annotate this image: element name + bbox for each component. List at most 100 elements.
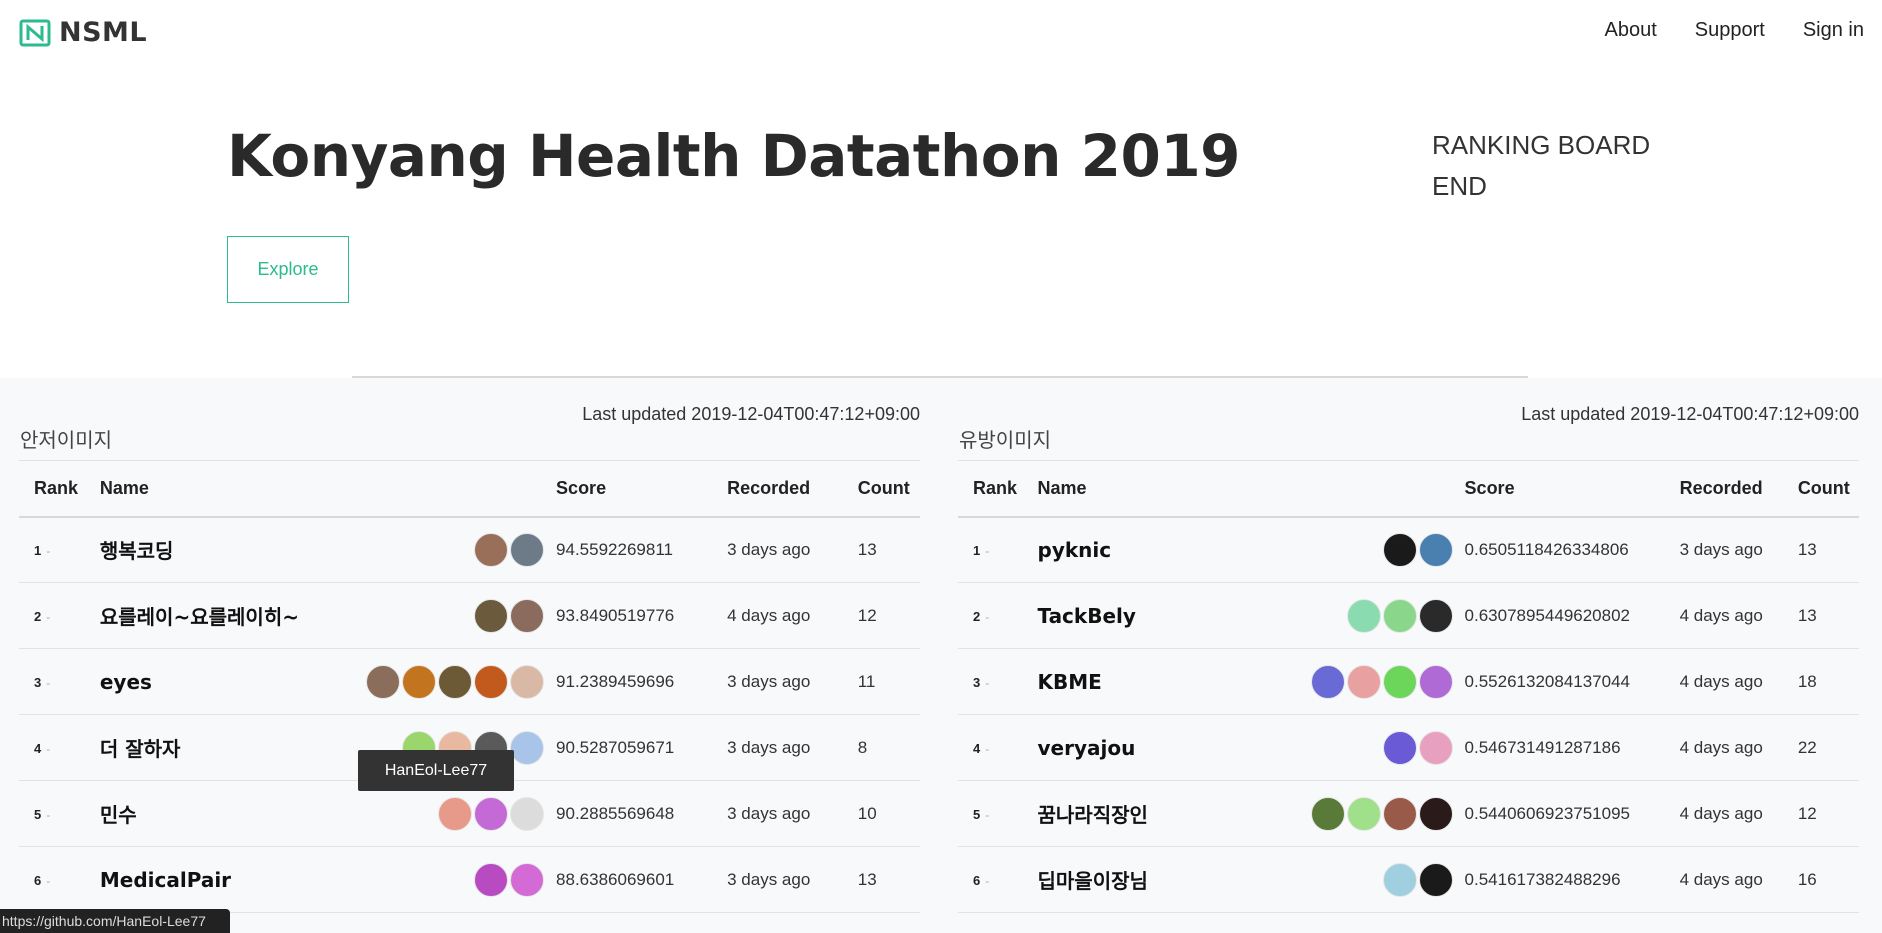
- rank-number: 6: [973, 872, 981, 888]
- member-avatar[interactable]: [510, 598, 545, 633]
- team-name[interactable]: 꿈나라직장인: [1038, 799, 1148, 828]
- score-cell: 0.5440606923751095: [1464, 780, 1680, 847]
- member-avatar[interactable]: [438, 796, 473, 831]
- member-avatar[interactable]: [474, 532, 509, 567]
- team-cell: eyes: [99, 648, 557, 715]
- member-avatar[interactable]: [1382, 862, 1417, 897]
- member-avatar[interactable]: [474, 664, 509, 699]
- team-name[interactable]: MedicalPair: [100, 868, 231, 892]
- member-avatar[interactable]: [1382, 796, 1417, 831]
- rank-change-indicator: -: [985, 543, 990, 558]
- last-updated: Last updated 2019-12-04T00:47:12+09:00: [1521, 404, 1859, 424]
- member-avatar[interactable]: [366, 664, 401, 699]
- member-avatar[interactable]: [510, 862, 545, 897]
- member-avatar[interactable]: [510, 730, 545, 765]
- member-avatar[interactable]: [510, 796, 545, 831]
- count-cell: 8: [857, 714, 920, 781]
- table-row[interactable]: 5- 꿈나라직장인 0.5440606923751095 4 days ago 12: [958, 780, 1859, 847]
- member-avatar[interactable]: [1310, 796, 1345, 831]
- member-avatar[interactable]: [1418, 730, 1453, 765]
- rank-number: 2: [973, 608, 981, 624]
- count-cell: 12: [1797, 780, 1859, 847]
- table-header-row: Rank Name Score Recorded Count: [19, 460, 920, 518]
- rank-change-indicator: -: [46, 741, 51, 756]
- recorded-column-header[interactable]: Recorded: [1679, 460, 1798, 518]
- member-avatar[interactable]: [474, 598, 509, 633]
- nav-support-link[interactable]: Support: [1695, 19, 1765, 42]
- count-cell: 11: [857, 648, 920, 715]
- nav-about-link[interactable]: About: [1605, 19, 1657, 42]
- member-avatar[interactable]: [1310, 664, 1345, 699]
- table-row[interactable]: 6- 딥마을이장님 0.541617382488296 4 days ago 16: [958, 846, 1859, 913]
- table-row[interactable]: 2- TackBely 0.6307895449620802 4 days ago 13: [958, 582, 1859, 649]
- recorded-cell: 4 days ago: [1679, 714, 1798, 781]
- rank-column-header[interactable]: Rank: [19, 460, 100, 518]
- score-cell: 0.5526132084137044: [1464, 648, 1680, 715]
- recorded-cell: 4 days ago: [1679, 582, 1798, 649]
- count-cell: 12: [857, 582, 920, 649]
- rank-cell: 3-: [958, 648, 1038, 715]
- team-cell: MedicalPair: [99, 846, 557, 913]
- leaderboard-title: 안저이미지: [20, 428, 112, 452]
- team-name[interactable]: 더 잘하자: [100, 733, 181, 762]
- count-column-header[interactable]: Count: [857, 460, 920, 518]
- team-name[interactable]: KBME: [1038, 670, 1102, 694]
- team-cell: KBME: [1037, 648, 1465, 715]
- team-name[interactable]: 행복코딩: [100, 535, 174, 564]
- member-avatar[interactable]: [474, 862, 509, 897]
- team-name[interactable]: veryajou: [1038, 736, 1136, 760]
- score-cell: 93.8490519776: [556, 582, 728, 649]
- team-members: [474, 862, 556, 897]
- nav-signin-link[interactable]: Sign in: [1803, 19, 1864, 42]
- team-name[interactable]: eyes: [100, 670, 152, 694]
- member-avatar[interactable]: [474, 796, 509, 831]
- team-name[interactable]: pyknic: [1038, 538, 1112, 562]
- member-avatar[interactable]: [1418, 532, 1453, 567]
- member-avatar[interactable]: [1382, 598, 1417, 633]
- count-column-header[interactable]: Count: [1797, 460, 1859, 518]
- last-updated: Last updated 2019-12-04T00:47:12+09:00: [582, 404, 920, 424]
- name-column-header[interactable]: Name: [1037, 460, 1465, 518]
- table-row[interactable]: 1- 행복코딩 94.5592269811 3 days ago 13: [19, 516, 920, 583]
- team-members: [1382, 862, 1465, 897]
- rank-change-indicator: -: [46, 609, 51, 624]
- table-row[interactable]: 6- MedicalPair 88.6386069601 3 days ago 13: [19, 846, 920, 913]
- member-avatar[interactable]: [1346, 796, 1381, 831]
- table-row[interactable]: 2- 요를레이~요를레이히~ 93.8490519776 4 days ago 12: [19, 582, 920, 649]
- score-column-header[interactable]: Score: [1464, 460, 1680, 518]
- score-column-header[interactable]: Score: [556, 460, 728, 518]
- table-row[interactable]: 4- veryajou 0.546731491287186 4 days ago 22: [958, 714, 1859, 781]
- table-row[interactable]: 1- pyknic 0.6505118426334806 3 days ago 13: [958, 516, 1859, 583]
- member-avatar[interactable]: [1418, 862, 1453, 897]
- team-name[interactable]: 민수: [100, 799, 137, 828]
- member-avatar[interactable]: [1418, 664, 1453, 699]
- member-avatar[interactable]: [1418, 796, 1453, 831]
- member-avatar[interactable]: [510, 532, 545, 567]
- member-avatar[interactable]: [1346, 664, 1381, 699]
- team-name[interactable]: 요를레이~요를레이히~: [100, 601, 299, 630]
- member-avatar[interactable]: [402, 664, 437, 699]
- member-avatar[interactable]: [1382, 730, 1417, 765]
- browser-status-url: https://github.com/HanEol-Lee77: [0, 909, 230, 933]
- member-avatar[interactable]: [510, 664, 545, 699]
- member-avatar[interactable]: [438, 664, 473, 699]
- recorded-cell: 4 days ago: [1679, 846, 1798, 913]
- rank-number: 6: [34, 872, 42, 888]
- name-column-header[interactable]: Name: [99, 460, 557, 518]
- brand-logo[interactable]: NSML: [19, 17, 147, 48]
- team-name[interactable]: TackBely: [1038, 604, 1136, 628]
- recorded-column-header[interactable]: Recorded: [727, 460, 858, 518]
- rank-number: 4: [34, 740, 42, 756]
- member-avatar[interactable]: [1382, 532, 1417, 567]
- recorded-cell: 3 days ago: [727, 780, 858, 847]
- rank-column-header[interactable]: Rank: [958, 460, 1038, 518]
- table-row[interactable]: 3- eyes 91.2389459696 3 days ago 11: [19, 648, 920, 715]
- team-name[interactable]: 딥마을이장님: [1038, 865, 1148, 894]
- rank-cell: 1-: [19, 516, 100, 583]
- member-avatar[interactable]: [1346, 598, 1381, 633]
- rank-number: 1: [973, 542, 981, 558]
- explore-button[interactable]: Explore: [227, 236, 349, 303]
- member-avatar[interactable]: [1382, 664, 1417, 699]
- member-avatar[interactable]: [1418, 598, 1453, 633]
- table-row[interactable]: 3- KBME 0.5526132084137044 4 days ago 18: [958, 648, 1859, 715]
